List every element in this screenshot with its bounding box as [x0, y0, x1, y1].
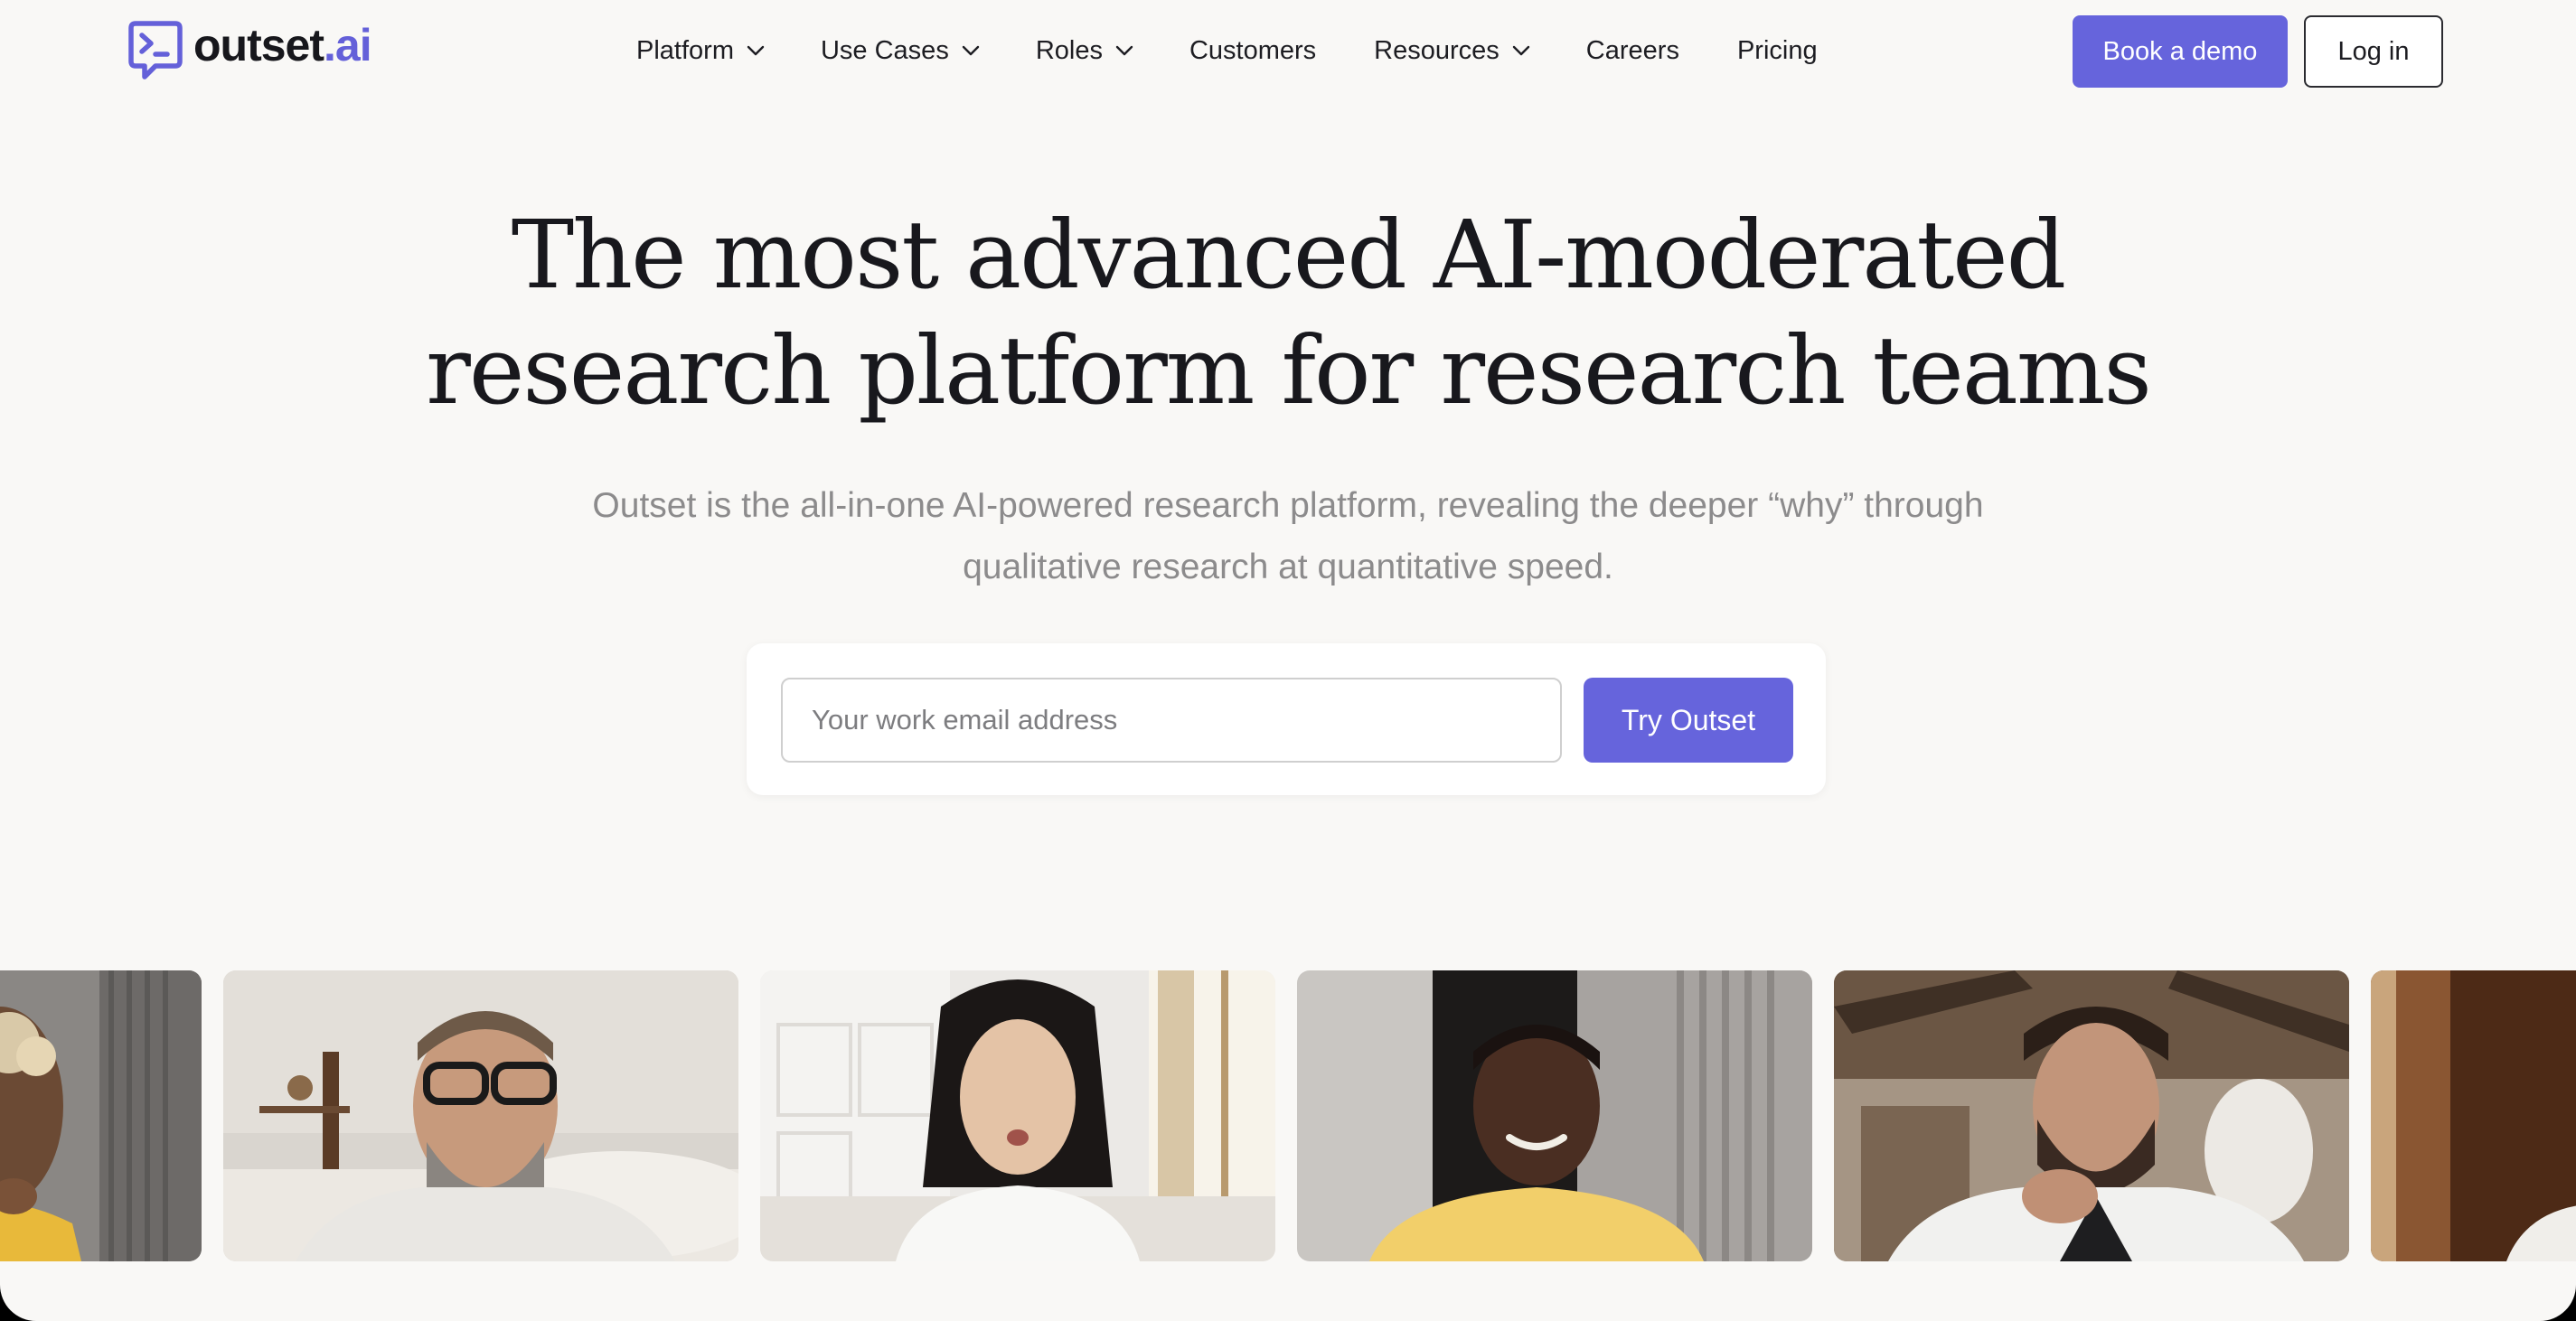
nav-item-resources[interactable]: Resources — [1374, 36, 1530, 66]
chevron-down-icon — [747, 45, 765, 56]
nav-item-customers[interactable]: Customers — [1189, 36, 1316, 66]
nav-label: Use Cases — [820, 35, 949, 65]
hero-title: The most advanced AI-moderated research … — [0, 197, 2576, 428]
nav-label: Resources — [1374, 35, 1500, 65]
chevron-down-icon — [962, 45, 980, 56]
login-button[interactable]: Log in — [2304, 15, 2443, 88]
nav-item-roles[interactable]: Roles — [1036, 36, 1133, 66]
nav-label: Careers — [1585, 35, 1679, 65]
landing-page: outset.ai Platform Use Cases Roles Custo… — [0, 0, 2576, 1321]
nav-item-pricing[interactable]: Pricing — [1737, 36, 1818, 66]
participant-video-6 — [2371, 970, 2576, 1261]
participant-video-4 — [1297, 970, 1812, 1261]
nav-item-careers[interactable]: Careers — [1586, 36, 1679, 66]
chat-terminal-icon — [128, 21, 183, 80]
nav-label: Roles — [1035, 35, 1103, 65]
book-demo-button[interactable]: Book a demo — [2073, 15, 2288, 88]
participant-video-5 — [1834, 970, 2349, 1261]
brand-name: outset — [193, 20, 324, 70]
hero-title-line: The most advanced AI-moderated — [511, 200, 2066, 310]
nav-item-platform[interactable]: Platform — [636, 36, 765, 66]
nav-label: Platform — [636, 35, 734, 65]
hero-title-line: research platform for research teams — [426, 315, 2152, 426]
nav-label: Customers — [1189, 35, 1317, 65]
nav-item-use-cases[interactable]: Use Cases — [821, 36, 980, 66]
participant-video-3 — [760, 970, 1275, 1261]
hero-subtitle-line: Outset is the all-in-one AI-powered rese… — [592, 486, 1984, 525]
participant-video-strip — [0, 970, 2576, 1261]
nav-label: Pricing — [1736, 35, 1818, 65]
hero-subtitle-line: qualitative research at quantitative spe… — [963, 548, 1613, 586]
participant-video-1 — [0, 970, 202, 1261]
brand-logo[interactable]: outset.ai — [128, 20, 372, 81]
participant-video-2 — [223, 970, 738, 1261]
brand-wordmark: outset.ai — [193, 20, 372, 70]
email-input[interactable] — [781, 678, 1562, 763]
try-outset-button[interactable]: Try Outset — [1584, 678, 1793, 763]
signup-form: Try Outset — [747, 643, 1826, 795]
chevron-down-icon — [1115, 45, 1133, 56]
main-nav: Platform Use Cases Roles Customers Resou… — [636, 31, 1818, 70]
brand-suffix: .ai — [324, 20, 372, 70]
chevron-down-icon — [1512, 45, 1529, 56]
hero-subtitle: Outset is the all-in-one AI-powered rese… — [520, 475, 2056, 598]
